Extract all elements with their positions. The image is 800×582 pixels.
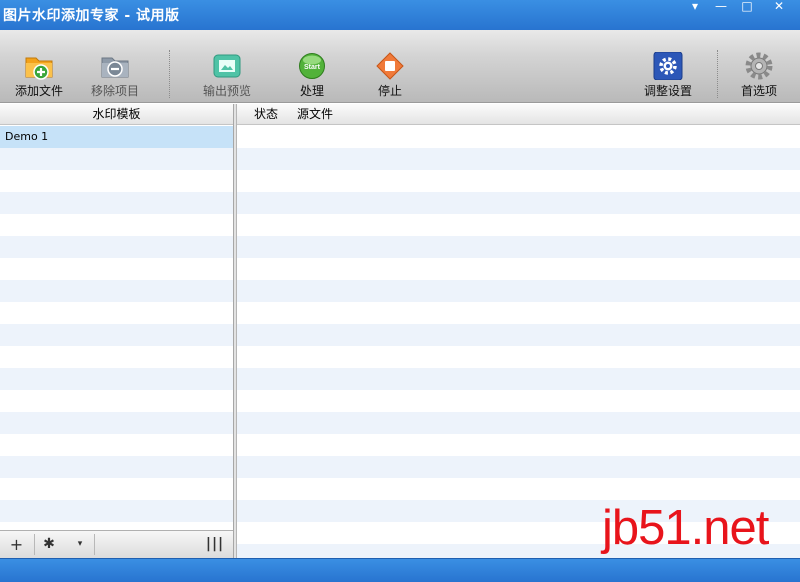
template-list[interactable]: Demo 1	[0, 126, 233, 530]
adjust-settings-button[interactable]: 调整设置	[633, 48, 703, 102]
template-item[interactable]: Demo 1	[0, 126, 233, 148]
template-column-header[interactable]: 水印模板	[0, 104, 233, 125]
template-panel: 水印模板 Demo 1 + ✱ ▾ |||	[0, 104, 234, 558]
close-button[interactable]: ✕	[770, 0, 788, 14]
folder-add-icon	[25, 57, 53, 80]
template-toolbar: + ✱ ▾ |||	[0, 530, 233, 558]
toolbar: 添加文件 移除项目 输出预览 Start 处理 停止 调整设置 首选项	[0, 30, 800, 103]
add-template-button[interactable]: +	[0, 531, 33, 558]
columns-icon[interactable]: |||	[200, 531, 230, 558]
minimize-button[interactable]: —	[712, 0, 730, 14]
menu-down-button[interactable]: ▾	[686, 0, 704, 14]
tool-separator	[34, 534, 35, 555]
source-file-column-header[interactable]: 源文件	[297, 104, 333, 124]
output-preview-button[interactable]: 输出预览	[192, 48, 262, 102]
window-title: 图片水印添加专家 - 试用版	[3, 8, 180, 24]
chevron-down-icon[interactable]: ▾	[70, 531, 90, 558]
site-watermark: jb51.net	[602, 501, 769, 555]
start-icon-text: Start	[304, 64, 321, 71]
file-list[interactable]	[237, 126, 800, 558]
add-file-button[interactable]: 添加文件	[4, 48, 74, 102]
status-column-header[interactable]: 状态	[254, 104, 278, 124]
add-file-label: 添加文件	[14, 84, 63, 98]
file-list-header: 状态 源文件	[237, 104, 800, 125]
stop-label: 停止	[377, 84, 402, 98]
tool-separator	[94, 534, 95, 555]
process-button[interactable]: Start 处理	[277, 48, 347, 102]
remove-item-label: 移除项目	[90, 84, 139, 98]
preferences-label: 首选项	[740, 84, 777, 98]
remove-item-button[interactable]: 移除项目	[80, 48, 150, 102]
output-preview-label: 输出预览	[202, 84, 251, 98]
folder-remove-icon	[101, 57, 129, 78]
file-list-panel: 状态 源文件	[237, 104, 800, 558]
maximize-button[interactable]: □	[738, 0, 756, 14]
title-bar: 图片水印添加专家 - 试用版 ▾ — □ ✕	[0, 0, 800, 30]
toolbar-separator	[717, 50, 718, 98]
process-label: 处理	[299, 84, 324, 98]
adjust-settings-label: 调整设置	[643, 84, 692, 98]
preferences-button[interactable]: 首选项	[724, 48, 794, 102]
template-gear-icon[interactable]: ✱	[36, 531, 62, 558]
start-icon: Start	[299, 53, 325, 79]
status-bar	[0, 558, 800, 582]
stop-icon	[376, 52, 404, 80]
preferences-gear-icon	[745, 52, 773, 80]
stop-button[interactable]: 停止	[355, 48, 425, 102]
settings-gear-icon	[653, 52, 683, 80]
toolbar-separator	[169, 50, 170, 98]
preview-icon	[213, 54, 241, 78]
